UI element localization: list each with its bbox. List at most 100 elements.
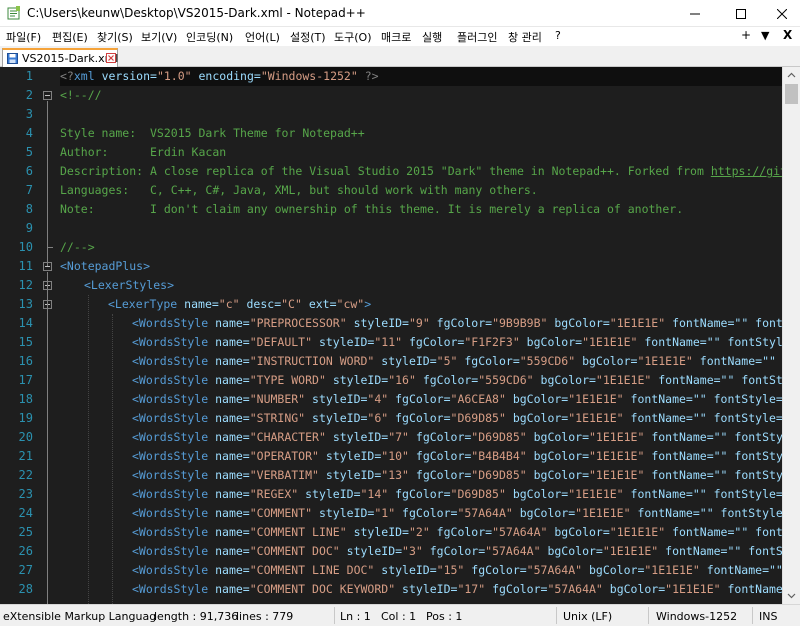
wordsstyle-attr-bgcolor: bgColor= (533, 373, 596, 387)
wordsstyle-styleid-value: "16" (388, 373, 416, 387)
scroll-up-arrow-icon[interactable] (783, 67, 800, 84)
xml-decl-name: xml (73, 69, 95, 83)
wordsstyle-styleid-value: "14" (360, 487, 389, 501)
wordsstyle-rest-value: fontName="" fontStyle="0" fontSize=" (630, 392, 782, 406)
github-link[interactable]: https://github.com/SeanClin (711, 164, 782, 178)
minimize-button[interactable] (672, 0, 718, 27)
xml-version-attr: version= (94, 69, 157, 83)
line-number: 11 (18, 259, 33, 273)
line-number: 25 (18, 525, 33, 539)
wordsstyle-attr-fgcolor: fgColor= (429, 316, 493, 330)
line-number: 13 (18, 297, 33, 311)
wordsstyle-attr-fgcolor: fgColor= (422, 544, 486, 558)
menu-view[interactable]: 보기(V) (141, 29, 177, 45)
wordsstyle-tag: <WordsStyle (132, 392, 209, 406)
wordsstyle-attr-fgcolor: fgColor= (395, 506, 458, 520)
code-line-26: <WordsStyle name="COMMENT DOC" styleID="… (132, 542, 782, 561)
tab-bar: VS2015-Dark.xml (0, 46, 800, 67)
wordsstyle-fg-value: "57A64A" (526, 563, 583, 577)
wordsstyle-rest-value: fontName="" fontStyle="0" fontSiz (651, 449, 782, 463)
window-title: C:\Users\keunw\Desktop\VS2015-Dark.xml -… (27, 6, 366, 20)
code-line-12: <LexerStyles> (84, 278, 175, 292)
menu-tools[interactable]: 도구(O) (334, 29, 371, 45)
fold-toggle-icon[interactable] (43, 91, 52, 100)
menu-edit[interactable]: 편집(E) (52, 29, 88, 45)
scroll-down-arrow-icon[interactable] (783, 587, 800, 604)
wordsstyle-attr-name: name= (208, 373, 250, 387)
menu-language[interactable]: 언어(L) (245, 29, 280, 45)
wordsstyle-tag: <WordsStyle (132, 563, 209, 577)
code-line-1: <?xml version="1.0" encoding="Windows-12… (60, 67, 782, 86)
fold-margin[interactable] (40, 67, 54, 604)
close-document-button[interactable]: X (783, 28, 792, 42)
line-number: 5 (25, 145, 33, 159)
wordsstyle-rest-value: fontName="" fontStyle="0" fontS (672, 316, 782, 330)
scrollbar-thumb[interactable] (785, 84, 798, 104)
close-button[interactable] (764, 0, 800, 27)
line-number: 1 (25, 69, 33, 83)
wordsstyle-attr-bgcolor: bgColor= (519, 335, 583, 349)
wordsstyle-styleid-value: "10" (381, 449, 409, 463)
wordsstyle-attr-fgcolor: fgColor= (408, 430, 472, 444)
wordsstyle-fg-value: "B4B4B4" (471, 449, 527, 463)
wordsstyle-attr-styleid: styleID= (346, 525, 409, 539)
code-line-5: Author: Erdin Kacan (60, 145, 227, 159)
menu-search[interactable]: 찾기(S) (97, 29, 133, 45)
wordsstyle-bg-value: "1E1E1E" (568, 487, 624, 501)
new-tab-plus-button[interactable]: + (741, 28, 751, 42)
code-editor[interactable]: 1 2 3 4 5 6 7 8 9 10 11 12 13 14 15 16 17 18 19 20 21 22 23 24 2… (0, 67, 800, 604)
wordsstyle-tag: <WordsStyle (132, 487, 209, 501)
line-number: 14 (18, 316, 33, 330)
status-insert-mode: INS (759, 610, 778, 623)
line-number: 23 (18, 487, 33, 501)
fold-line (47, 272, 48, 604)
line-number: 18 (18, 392, 33, 406)
line-number: 3 (25, 107, 33, 121)
tab-close-icon[interactable] (106, 53, 116, 63)
code-line-24: <WordsStyle name="COMMENT" styleID="1" f… (132, 504, 782, 523)
wordsstyle-attr-fgcolor: fgColor= (408, 468, 472, 482)
menu-macro[interactable]: 매크로 (381, 29, 411, 45)
menu-file[interactable]: 파일(F) (6, 29, 41, 45)
menu-run[interactable]: 실행 (422, 29, 442, 45)
fold-line (47, 101, 48, 266)
menu-help[interactable]: ? (555, 29, 561, 42)
tab-list-dropdown-button[interactable]: ▼ (761, 29, 769, 42)
menu-encoding[interactable]: 인코딩(N) (186, 29, 233, 45)
vertical-scrollbar[interactable] (782, 67, 800, 604)
wordsstyle-styleid-value: "3" (402, 544, 423, 558)
code-line-20: <WordsStyle name="CHARACTER" styleID="7"… (132, 428, 782, 447)
menu-window[interactable]: 창 관리 (508, 29, 542, 45)
lexertype-tag-close: > (364, 297, 372, 311)
xml-version-value: "1.0" (156, 69, 192, 83)
wordsstyle-attr-bgcolor: bgColor= (582, 563, 645, 577)
line-number: 10 (18, 240, 33, 254)
code-area[interactable]: <?xml version="1.0" encoding="Windows-12… (60, 67, 782, 604)
maximize-button[interactable] (718, 0, 764, 27)
wordsstyle-bg-value: "1E1E1E" (609, 316, 666, 330)
wordsstyle-rest-value: fontName="" fontStyle="0" fontSiz (651, 468, 782, 482)
wordsstyle-styleid-value: "13" (381, 468, 409, 482)
wordsstyle-rest-value: fontName="" fontStyle="0" fontSi (665, 544, 782, 558)
maximize-icon (736, 8, 746, 19)
code-line-13: <LexerType name="c" desc="C" ext="cw"> (108, 295, 371, 314)
menu-settings[interactable]: 설정(T) (290, 29, 326, 45)
menu-plugins[interactable]: 플러그인 (457, 29, 497, 45)
wordsstyle-fg-value: "D69D85" (471, 468, 527, 482)
wordsstyle-attr-bgcolor: bgColor= (526, 468, 589, 482)
code-line-4: Style name: VS2015 Dark Theme for Notepa… (60, 126, 365, 140)
wordsstyle-attr-styleid: styleID= (346, 316, 409, 330)
wordsstyle-attr-bgcolor: bgColor= (505, 392, 569, 406)
code-line-16: <WordsStyle name="INSTRUCTION WORD" styl… (132, 352, 782, 371)
status-col: Col : 1 (381, 610, 417, 623)
line-number: 7 (25, 183, 33, 197)
wordsstyle-fg-value: "D69D85" (450, 487, 506, 501)
wordsstyle-attr-bgcolor: bgColor= (547, 316, 610, 330)
wordsstyle-bg-value: "1E1E1E" (568, 392, 624, 406)
wordsstyle-attr-styleid: styleID= (305, 392, 368, 406)
wordsstyle-attr-styleid: styleID= (374, 354, 437, 368)
status-lines: lines : 779 (236, 610, 294, 623)
tab-vs2015-dark-xml[interactable]: VS2015-Dark.xml (2, 48, 118, 67)
status-eol: Unix (LF) (563, 610, 613, 623)
line-number: 16 (18, 354, 33, 368)
